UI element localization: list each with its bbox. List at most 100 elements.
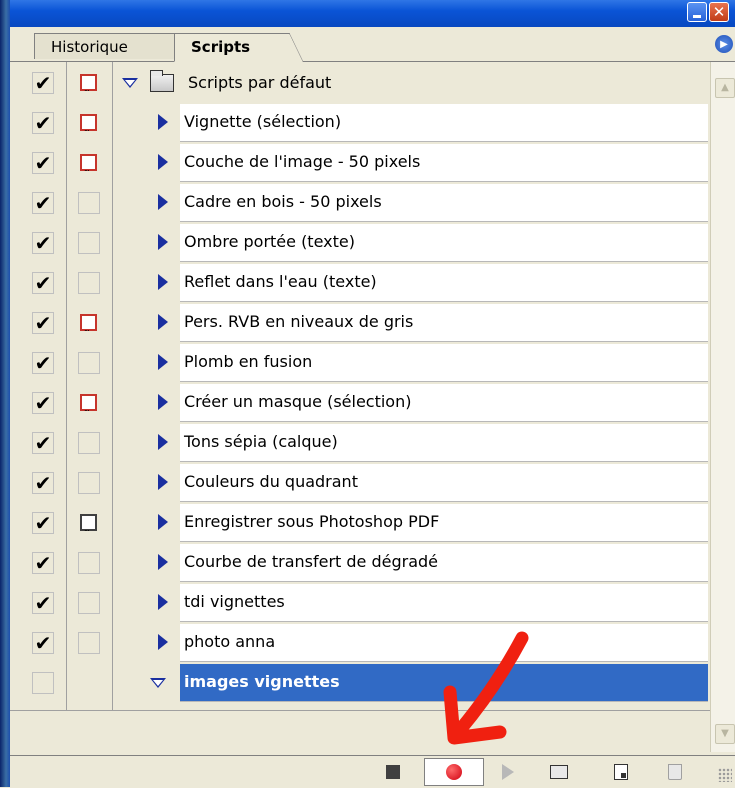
set-label: Scripts par défaut <box>188 73 332 92</box>
resize-grip-icon[interactable] <box>718 768 732 782</box>
expand-arrow-icon[interactable] <box>158 154 168 170</box>
scroll-down-button[interactable]: ▼ <box>715 724 735 744</box>
expand-arrow-icon[interactable] <box>158 474 168 490</box>
new-action-icon <box>614 764 628 780</box>
panel-menu-button[interactable]: ▶ <box>715 35 733 53</box>
action-row[interactable]: ✔ Ombre portée (texte) <box>10 222 710 262</box>
dialog-toggle[interactable] <box>78 352 100 374</box>
dialog-toggle[interactable] <box>78 432 100 454</box>
action-label: Couleurs du quadrant <box>180 464 708 502</box>
toggle-checkbox[interactable]: ✔ <box>32 232 54 254</box>
expand-arrow-icon[interactable] <box>158 554 168 570</box>
dialog-toggle[interactable] <box>78 472 100 494</box>
action-row[interactable]: ✔ tdi vignettes <box>10 582 710 622</box>
action-row[interactable]: ✔ Reflet dans l'eau (texte) <box>10 262 710 302</box>
record-icon <box>446 764 462 780</box>
tab-scripts[interactable]: Scripts <box>174 33 303 62</box>
minimize-button[interactable] <box>687 2 707 22</box>
dialog-toggle[interactable] <box>78 592 100 614</box>
expand-arrow-icon[interactable] <box>158 594 168 610</box>
toggle-checkbox[interactable]: ✔ <box>32 192 54 214</box>
scroll-up-button[interactable]: ▲ <box>715 78 735 98</box>
expand-triangle-icon[interactable] <box>122 78 138 88</box>
stop-button[interactable] <box>382 761 404 783</box>
action-row[interactable]: ✔... Pers. RVB en niveaux de gris <box>10 302 710 342</box>
expand-arrow-icon[interactable] <box>158 434 168 450</box>
expand-arrow-icon[interactable] <box>158 114 168 130</box>
action-label: Créer un masque (sélection) <box>180 384 708 422</box>
close-button[interactable]: ✕ <box>709 2 729 22</box>
red-arrow-annotation <box>443 631 529 745</box>
dialog-toggle[interactable]: ... <box>78 72 100 94</box>
play-button[interactable] <box>497 761 519 783</box>
expand-arrow-icon[interactable] <box>158 274 168 290</box>
dialog-icon: ... <box>80 394 97 413</box>
dialog-icon: ... <box>80 514 97 533</box>
dialog-toggle[interactable]: ... <box>78 392 100 414</box>
new-set-button[interactable] <box>548 761 570 783</box>
dialog-toggle[interactable] <box>78 272 100 294</box>
action-row[interactable]: ✔ Couleurs du quadrant <box>10 462 710 502</box>
new-set-folder-icon <box>550 765 568 779</box>
action-row[interactable]: ✔... Enregistrer sous Photoshop PDF <box>10 502 710 542</box>
toggle-checkbox[interactable]: ✔ <box>32 512 54 534</box>
action-row[interactable]: ✔ Cadre en bois - 50 pixels <box>10 182 710 222</box>
action-set-row[interactable]: ✔ ... Scripts par défaut <box>10 62 710 102</box>
list-empty-area <box>10 710 710 753</box>
tab-historique[interactable]: Historique <box>34 33 176 59</box>
action-row[interactable]: ✔ Courbe de transfert de dégradé <box>10 542 710 582</box>
action-label: Enregistrer sous Photoshop PDF <box>180 504 708 542</box>
toggle-checkbox[interactable]: ✔ <box>32 312 54 334</box>
toggle-checkbox[interactable]: ✔ <box>32 72 54 94</box>
dialog-toggle[interactable] <box>78 552 100 574</box>
new-action-button[interactable] <box>610 761 632 783</box>
record-button[interactable] <box>424 758 484 786</box>
delete-button[interactable] <box>664 761 686 783</box>
toggle-checkbox[interactable]: ✔ <box>32 592 54 614</box>
dialog-toggle[interactable] <box>78 232 100 254</box>
action-set-row-selected[interactable]: images vignettes <box>10 662 710 702</box>
expand-arrow-icon[interactable] <box>158 634 168 650</box>
actions-toolbar <box>10 755 735 788</box>
dialog-toggle[interactable]: ... <box>78 512 100 534</box>
expand-arrow-icon[interactable] <box>158 394 168 410</box>
dialog-toggle[interactable] <box>78 192 100 214</box>
action-row[interactable]: ✔ Tons sépia (calque) <box>10 422 710 462</box>
toggle-checkbox[interactable]: ✔ <box>32 392 54 414</box>
action-label: Cadre en bois - 50 pixels <box>180 184 708 222</box>
close-icon: ✕ <box>712 3 726 21</box>
toggle-checkbox[interactable]: ✔ <box>32 272 54 294</box>
actions-list: ✔ ... Scripts par défaut ✔... Vignette (s… <box>10 62 735 710</box>
toggle-checkbox[interactable]: ✔ <box>32 432 54 454</box>
toggle-checkbox[interactable]: ✔ <box>32 112 54 134</box>
expand-arrow-icon[interactable] <box>158 514 168 530</box>
action-row[interactable]: ✔... Vignette (sélection) <box>10 102 710 142</box>
dialog-toggle[interactable]: ... <box>78 152 100 174</box>
action-row[interactable]: ✔... Couche de l'image - 50 pixels <box>10 142 710 182</box>
dialog-toggle[interactable]: ... <box>78 112 100 134</box>
action-label: Ombre portée (texte) <box>180 224 708 262</box>
folder-icon <box>150 70 174 92</box>
toggle-checkbox[interactable]: ✔ <box>32 632 54 654</box>
expand-arrow-icon[interactable] <box>158 234 168 250</box>
action-label: Vignette (sélection) <box>180 104 708 142</box>
dialog-toggle[interactable]: ... <box>78 312 100 334</box>
toggle-checkbox[interactable]: ✔ <box>32 352 54 374</box>
expand-arrow-icon[interactable] <box>158 314 168 330</box>
toggle-checkbox[interactable]: ✔ <box>32 472 54 494</box>
panel-tab-bar: Historique Scripts ▶ <box>10 27 735 62</box>
toggle-checkbox[interactable]: ✔ <box>32 152 54 174</box>
vertical-scrollbar[interactable]: ▲ ▼ <box>710 62 735 752</box>
toggle-checkbox[interactable]: ✔ <box>32 552 54 574</box>
expand-arrow-icon[interactable] <box>158 354 168 370</box>
expand-triangle-icon[interactable] <box>150 678 166 688</box>
dialog-icon: ... <box>80 114 97 133</box>
action-row[interactable]: ✔... Créer un masque (sélection) <box>10 382 710 422</box>
action-row[interactable]: ✔ Plomb en fusion <box>10 342 710 382</box>
action-row[interactable]: ✔ photo anna <box>10 622 710 662</box>
expand-arrow-icon[interactable] <box>158 194 168 210</box>
window-titlebar[interactable]: ✕ <box>10 0 735 27</box>
action-label: Pers. RVB en niveaux de gris <box>180 304 708 342</box>
toggle-checkbox[interactable] <box>32 672 54 694</box>
dialog-toggle[interactable] <box>78 632 100 654</box>
